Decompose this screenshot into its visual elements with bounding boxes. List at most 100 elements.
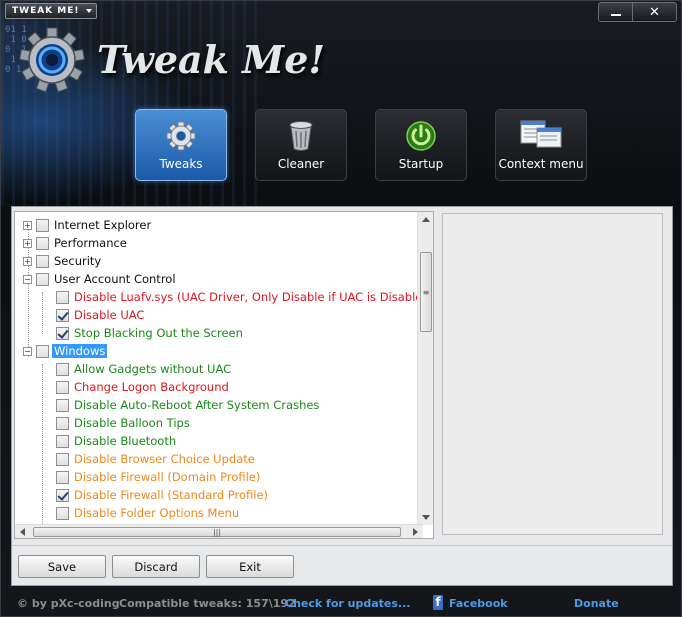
minimize-button[interactable] [598,2,633,22]
tree-item-disable-firewall-standard[interactable]: Disable Firewall (Standard Profile) [56,486,270,504]
tree-item-label: Disable Firewall (Domain Profile) [74,470,261,484]
scroll-left-icon[interactable] [20,528,25,536]
status-bar: © by pXc-coding Compatible tweaks: 157\1… [1,591,681,616]
credit-text: © by pXc-coding [17,597,120,610]
minimize-icon [610,14,621,16]
tree-item-disable-balloon-tips[interactable]: Disable Balloon Tips [56,414,192,432]
tree-item-label: Disable Browser Choice Update [74,452,255,466]
tree-item-allow-gadgets[interactable]: Allow Gadgets without UAC [56,360,233,378]
tweaks-tree-view[interactable]: + Internet Explorer + Performance + Secu… [14,211,434,539]
window-controls: ✕ [598,2,677,22]
tab-context-menu[interactable]: Context menu [495,109,587,181]
tab-tweaks-label: Tweaks [159,157,203,171]
main-panel: + Internet Explorer + Performance + Secu… [11,206,673,586]
tab-startup[interactable]: Startup [375,109,467,181]
tree-checkbox[interactable] [56,506,69,520]
tab-startup-label: Startup [398,157,444,171]
tree-item-disable-browser-choice[interactable]: Disable Browser Choice Update [56,450,257,468]
facebook-icon[interactable]: f [433,595,443,610]
tree-checkbox[interactable] [56,470,69,484]
expand-icon[interactable]: + [23,238,32,248]
app-menu-button[interactable]: TWEAK ME! [5,3,97,19]
tree-item-label: Security [54,254,102,268]
close-button[interactable]: ✕ [633,2,677,22]
scroll-up-icon[interactable] [422,217,430,222]
tab-tweaks[interactable]: Tweaks [135,109,227,181]
tree-checkbox[interactable] [56,290,69,304]
tree-item-label: Disable Luafv.sys (UAC Driver, Only Disa… [74,290,423,304]
scroll-right-icon[interactable] [413,528,418,536]
donate-link[interactable]: Donate [574,597,619,610]
tree-item-disable-uac[interactable]: Disable UAC [56,306,146,324]
tree-checkbox-checked[interactable] [56,488,69,502]
tree-item-disable-folder-options[interactable]: Disable Folder Options Menu [56,504,241,522]
context-menu-icon [520,120,562,148]
horizontal-scrollbar[interactable]: ||| [15,524,423,538]
horizontal-scroll-thumb[interactable]: ||| [33,527,401,537]
expand-icon[interactable]: + [23,220,32,230]
collapse-icon[interactable]: − [23,346,32,356]
app-logo-title: Tweak Me! [97,37,326,82]
tree-checkbox[interactable] [56,416,69,430]
tree-item-label: Internet Explorer [54,218,152,232]
tree-checkbox[interactable] [56,362,69,376]
facebook-link[interactable]: Facebook [449,597,508,610]
tree-item-label: Allow Gadgets without UAC [74,362,232,376]
close-icon: ✕ [649,4,660,20]
tree-item-label: Disable Firewall (Standard Profile) [74,488,269,502]
tree-item-label: Disable Folder Options Menu [74,506,240,520]
tree-checkbox[interactable] [56,452,69,466]
tab-cleaner-label: Cleaner [277,157,325,171]
tree-item-label: Disable Auto-Reboot After System Crashes [74,398,320,412]
tree-checkbox-checked[interactable] [56,308,69,322]
save-button[interactable]: Save [18,555,106,578]
tweaks-tree: + Internet Explorer + Performance + Secu… [15,212,423,525]
tree-item-change-logon-background[interactable]: Change Logon Background [56,378,231,396]
tree-checkbox[interactable] [56,398,69,412]
tree-item-label-selected: Windows [52,344,108,358]
tab-cleaner[interactable]: Cleaner [255,109,347,181]
description-panel [442,213,663,535]
menu-arrow-icon [85,9,92,13]
tree-connector [42,292,43,334]
tree-item-label: Disable UAC [74,308,145,322]
tree-item-label: Disable Balloon Tips [74,416,190,430]
tree-connector [42,364,43,524]
collapse-icon[interactable]: − [23,274,32,284]
tree-item-disable-firewall-domain[interactable]: Disable Firewall (Domain Profile) [56,468,262,486]
check-updates-link[interactable]: Check for updates... [285,597,410,610]
tree-item-disable-auto-reboot[interactable]: Disable Auto-Reboot After System Crashes [56,396,321,414]
tree-checkbox[interactable] [56,434,69,448]
tree-item-label: Stop Blacking Out the Screen [74,326,243,340]
tree-item-label: Performance [54,236,127,250]
tree-checkbox[interactable] [56,380,69,394]
tree-item-label: User Account Control [54,272,176,286]
tree-checkbox[interactable] [36,236,49,250]
tree-item-disable-bluetooth[interactable]: Disable Bluetooth [56,432,178,450]
discard-button[interactable]: Discard [112,555,200,578]
tree-item-performance[interactable]: + Performance [23,234,129,252]
tree-checkbox[interactable] [36,218,49,232]
scroll-down-icon[interactable] [422,515,430,520]
tree-item-disable-luafv[interactable]: Disable Luafv.sys (UAC Driver, Only Disa… [56,288,423,306]
trash-icon [289,121,313,151]
app-window: 01 1 1 0 0 1 1 0 1 TWEAK ME! ✕ [0,0,682,617]
power-icon [406,121,436,151]
expand-icon[interactable]: + [23,256,32,266]
tree-checkbox[interactable] [36,254,49,268]
tree-checkbox-checked[interactable] [56,326,69,340]
compatible-tweaks-count: Compatible tweaks: 157\192 [119,597,296,610]
action-bar: Save Discard Exit [12,545,672,585]
tree-item-label: Change Logon Background [74,380,229,394]
tree-item-user-account-control[interactable]: − User Account Control [23,270,178,288]
tree-checkbox[interactable] [36,344,49,358]
tree-item-security[interactable]: + Security [23,252,103,270]
tab-context-menu-label: Context menu [498,157,584,171]
vertical-scroll-thumb[interactable]: ≡ [420,252,432,332]
tree-item-internet-explorer[interactable]: + Internet Explorer [23,216,153,234]
tree-item-stop-blacking-out[interactable]: Stop Blacking Out the Screen [56,324,245,342]
exit-button[interactable]: Exit [206,555,294,578]
tree-checkbox[interactable] [36,272,49,286]
tree-item-windows[interactable]: − Windows [23,342,108,360]
vertical-scrollbar[interactable]: ≡ [417,212,433,525]
